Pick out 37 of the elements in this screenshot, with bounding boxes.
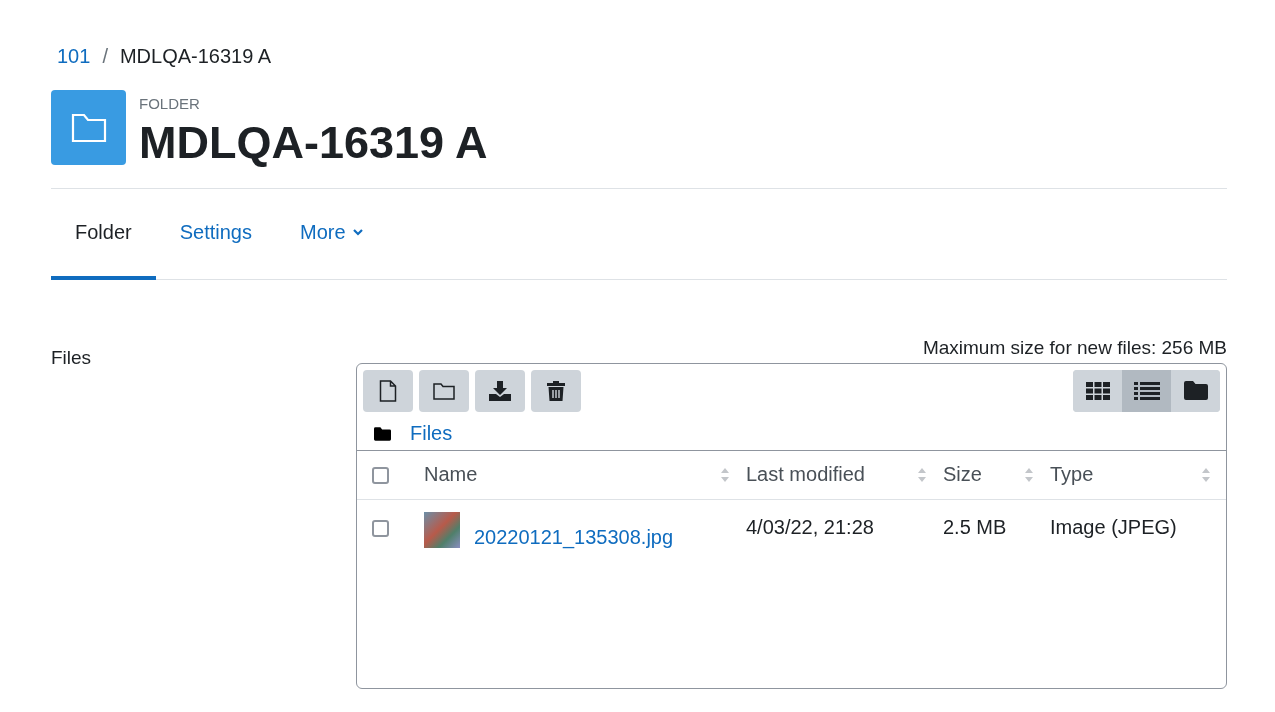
column-header[interactable]: Type	[1050, 463, 1094, 486]
row-checkbox[interactable]	[372, 519, 389, 537]
file-link[interactable]: 20220121_135308.jpg	[474, 525, 674, 549]
download-icon[interactable]	[489, 380, 511, 401]
download-button[interactable]	[475, 369, 525, 412]
max-size-text: Maximum size for new files: 256 MB	[921, 336, 1227, 359]
table-cell: 2.5 MB	[943, 515, 1007, 538]
nav-tab[interactable]: Settings	[155, 188, 276, 280]
grid-icon[interactable]	[1085, 381, 1110, 400]
list-icon[interactable]	[1133, 381, 1160, 400]
files-label: Files	[51, 345, 93, 370]
nav-tab[interactable]: More	[275, 188, 388, 280]
column-header[interactable]: Name	[424, 463, 478, 486]
breadcrumb-current: MDLQA-16319 A	[119, 44, 272, 68]
delete-button[interactable]	[531, 369, 581, 412]
activity-type-label: FOLDER	[139, 95, 201, 112]
image-thumbnail	[424, 511, 460, 548]
folder-icon	[51, 90, 126, 165]
file-icon[interactable]	[379, 379, 397, 402]
breadcrumb-link[interactable]: 101	[57, 44, 91, 68]
path-link[interactable]: Files	[410, 422, 453, 445]
new-folder-button[interactable]	[419, 369, 469, 412]
list-view-button[interactable]	[1122, 369, 1171, 412]
folder-icon[interactable]	[1183, 381, 1208, 400]
add-file-button[interactable]	[363, 369, 413, 412]
column-header[interactable]: Last modified	[746, 463, 865, 486]
caret-icon[interactable]	[351, 228, 364, 236]
select-all-checkbox[interactable]	[372, 467, 389, 485]
nav-tab[interactable]: Folder	[51, 188, 156, 280]
column-header[interactable]: Size	[943, 463, 982, 486]
folder-icon[interactable]	[433, 381, 455, 400]
breadcrumb-separator: /	[102, 44, 108, 68]
folder-icon	[374, 426, 391, 441]
table-cell: 4/03/22, 21:28	[746, 515, 874, 538]
trash-icon[interactable]	[547, 380, 565, 401]
page-title: MDLQA-16319 A	[139, 118, 488, 168]
table-cell: Image (JPEG)	[1050, 515, 1177, 538]
